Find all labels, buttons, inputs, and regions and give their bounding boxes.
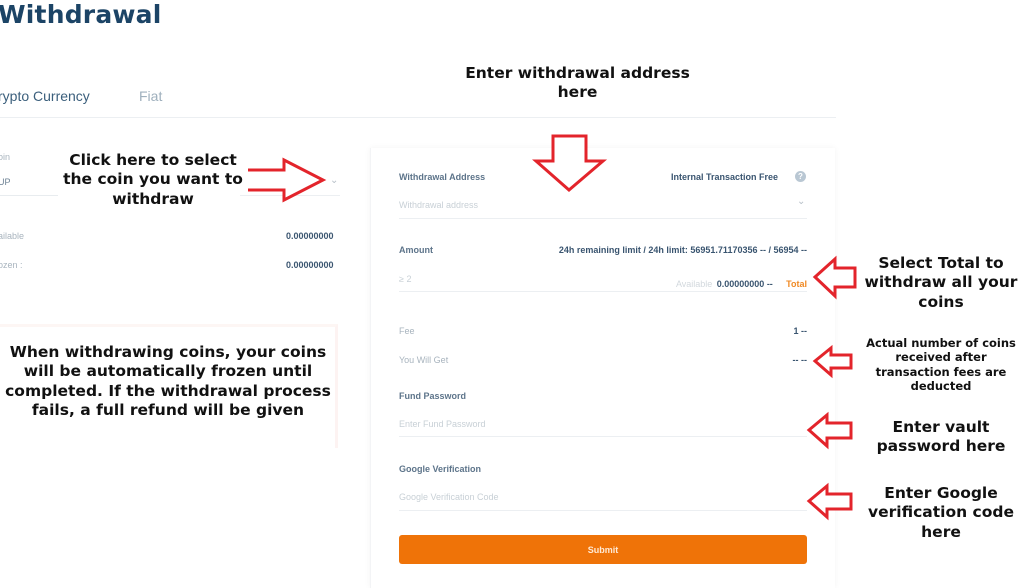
- annotation-select-coin: Click here to select the coin you want t…: [63, 151, 243, 208]
- google-verification-input[interactable]: Google Verification Code: [399, 492, 499, 502]
- total-link[interactable]: Total: [786, 279, 807, 289]
- coin-select-value[interactable]: UP: [0, 177, 11, 187]
- amount-available-value: 0.00000000 --: [716, 279, 773, 289]
- withdrawal-address-label: Withdrawal Address: [399, 172, 486, 182]
- withdrawal-address-underline: [399, 218, 807, 219]
- coin-label: oin: [0, 152, 11, 162]
- amount-available-label: Available: [675, 279, 713, 289]
- amount-available-row: Available 0.00000000 -- Total: [560, 274, 807, 292]
- available-value: 0.00000000: [286, 231, 334, 241]
- internal-transaction-label: Internal Transaction Free: [671, 172, 779, 182]
- annotation-select-total: Select Total to withdraw all your coins: [864, 254, 1018, 311]
- google-verification-underline: [399, 510, 807, 511]
- you-will-get-label: You Will Get: [399, 355, 449, 365]
- coin-select-chevron-down-icon[interactable]: ⌄: [330, 175, 338, 186]
- frozen-label: ozen :: [0, 260, 23, 270]
- amount-underline: [399, 291, 807, 292]
- fund-password-label: Fund Password: [399, 391, 467, 401]
- page-title: Withdrawal: [0, 0, 162, 29]
- annotation-freeze-info: When withdrawing coins, your coins will …: [5, 343, 331, 420]
- address-chevron-down-icon[interactable]: ⌄: [797, 196, 805, 207]
- limit-text: 24h remaining limit / 24h limit: 56951.7…: [558, 245, 807, 255]
- you-will-get-value: -- --: [792, 355, 808, 365]
- left-arrow-icon-google: [806, 482, 853, 521]
- annotation-actual-received: Actual number of coins received after tr…: [866, 336, 1016, 394]
- submit-button[interactable]: Submit: [399, 535, 807, 564]
- fee-label: Fee: [399, 326, 415, 336]
- available-label: ailable: [0, 231, 25, 241]
- amount-label: Amount: [399, 245, 433, 255]
- help-icon[interactable]: ?: [795, 171, 806, 182]
- tab-divider: [0, 117, 836, 118]
- tab-fiat[interactable]: Fiat: [139, 88, 162, 104]
- amount-input[interactable]: ≥ 2: [399, 274, 411, 284]
- fund-password-underline: [399, 436, 807, 437]
- withdrawal-address-input[interactable]: Withdrawal address: [399, 200, 478, 210]
- annotation-vault-password: Enter vault password here: [876, 418, 1006, 456]
- fund-password-input[interactable]: Enter Fund Password: [399, 419, 486, 429]
- fee-value: 1 --: [793, 326, 808, 336]
- withdrawal-form-card: [370, 148, 835, 588]
- left-arrow-icon-fund-password: [806, 411, 853, 450]
- left-arrow-icon-total: [812, 255, 857, 300]
- tab-crypto-currency[interactable]: rypto Currency: [0, 88, 90, 104]
- left-arrow-icon-you-will-get: [812, 344, 853, 379]
- annotation-google-code: Enter Google verification code here: [868, 484, 1014, 541]
- google-verification-label: Google Verification: [399, 464, 482, 474]
- right-arrow-icon: [248, 157, 327, 203]
- annotation-withdrawal-address: Enter withdrawal address here: [465, 64, 690, 102]
- down-arrow-icon: [532, 134, 608, 192]
- frozen-value: 0.00000000: [286, 260, 334, 270]
- coin-select-underline: [0, 195, 58, 196]
